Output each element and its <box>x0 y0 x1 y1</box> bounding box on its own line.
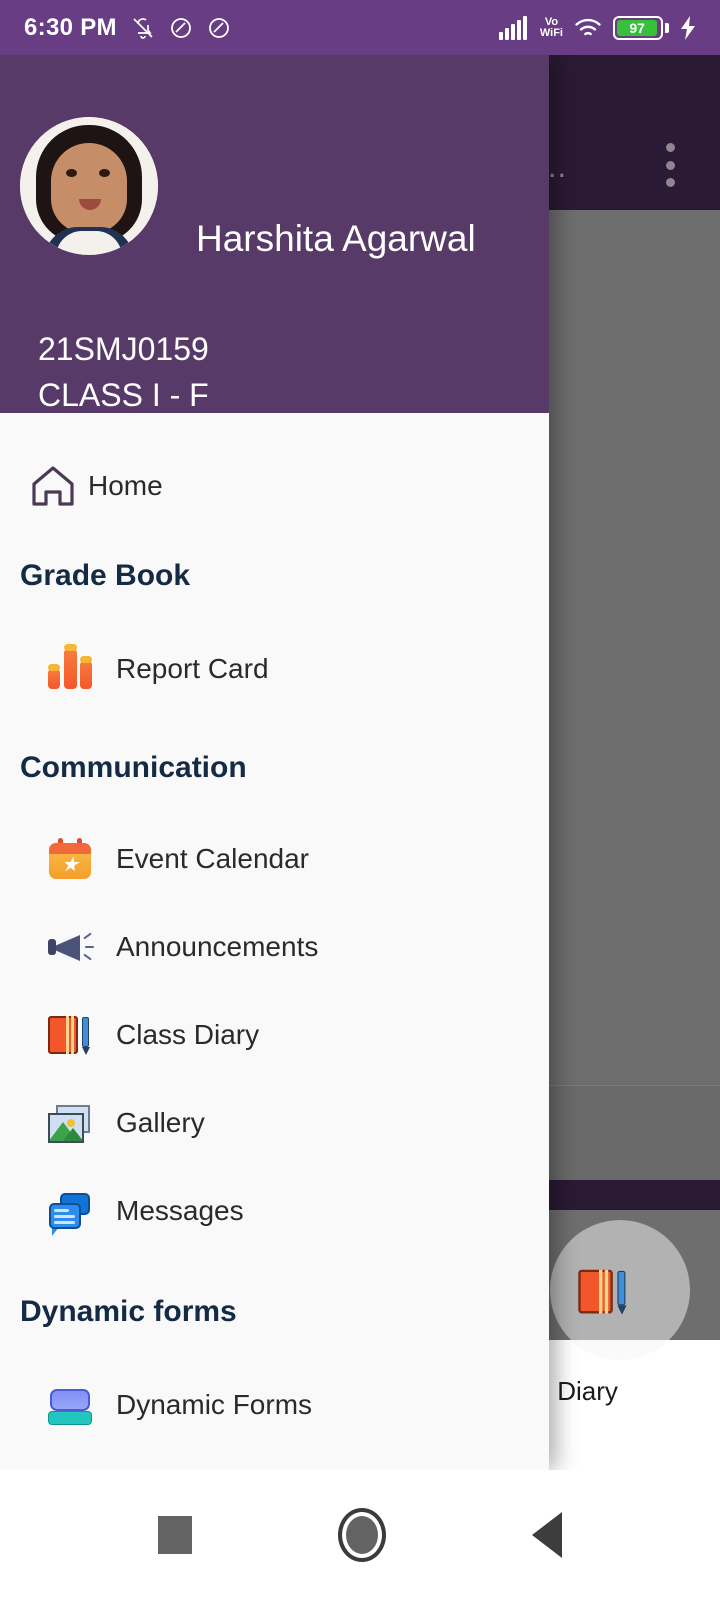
section-title-grade-book: Grade Book <box>20 559 191 592</box>
class-diary-icon <box>550 1220 690 1360</box>
calendar-icon: ★ <box>36 835 104 883</box>
system-navigation-bar <box>0 1470 720 1600</box>
drawer-header: Harshita Agarwal 21SMJ0159 CLASS I - F <box>0 55 549 413</box>
gallery-icon <box>36 1099 104 1147</box>
battery-indicator: 97 <box>613 15 669 40</box>
volte-wifi-label: Vo WiFi <box>539 15 563 39</box>
sidebar-item-class-diary[interactable]: Class Diary <box>0 991 549 1079</box>
status-bar-left: 6:30 PM <box>24 14 231 42</box>
cellular-signal-icon <box>498 15 527 40</box>
section-title-communication: Communication <box>20 751 247 784</box>
sidebar-item-messages[interactable]: Messages <box>0 1167 549 1255</box>
overflow-menu-icon[interactable] <box>665 143 675 187</box>
recent-apps-button[interactable] <box>158 1516 192 1554</box>
battery-level: 97 <box>617 19 658 36</box>
megaphone-icon <box>36 923 104 971</box>
status-bar: 6:30 PM Vo WiFi 97 <box>0 0 720 55</box>
student-name: Harshita Agarwal <box>196 218 476 259</box>
background-tile-class-diary[interactable]: ss Diary <box>520 1220 720 1407</box>
navigation-drawer: Harshita Agarwal 21SMJ0159 CLASS I - F H… <box>0 55 549 1470</box>
sidebar-item-label: Report Card <box>116 653 269 684</box>
form-keyboard-icon <box>36 1381 104 1429</box>
sidebar-item-label: Gallery <box>116 1107 205 1138</box>
student-id: 21SMJ0159 <box>38 331 209 367</box>
bar-chart-icon <box>36 644 104 693</box>
diary-icon <box>36 1011 104 1059</box>
sidebar-item-label: Dynamic Forms <box>116 1389 313 1420</box>
sidebar-item-label: Messages <box>116 1195 244 1226</box>
do-not-disturb-icon <box>170 17 191 38</box>
background-bottom-strip <box>540 1180 720 1210</box>
volte-line2: WiFi <box>539 26 563 39</box>
sidebar-item-report-card[interactable]: Report Card <box>0 625 549 713</box>
sidebar-item-dynamic-forms[interactable]: Dynamic Forms <box>0 1361 549 1449</box>
phone-screen: o... F) Khand ss Diary <box>0 0 720 1600</box>
sidebar-item-label: Home <box>88 470 163 501</box>
bell-off-icon <box>133 17 153 39</box>
do-not-disturb-icon <box>208 17 229 38</box>
wifi-icon <box>575 18 601 35</box>
status-bar-clock: 6:30 PM <box>24 13 117 41</box>
volte-line1: Vo <box>544 15 559 28</box>
sidebar-item-label: Event Calendar <box>116 843 310 874</box>
sidebar-item-gallery[interactable]: Gallery <box>0 1079 549 1167</box>
sidebar-item-label: Announcements <box>116 931 319 962</box>
drawer-menu: Home Grade Book Report Card Communicatio… <box>0 413 549 1470</box>
background-tile-label: ss Diary <box>524 1376 618 1406</box>
home-icon <box>20 460 86 512</box>
home-button[interactable] <box>338 1508 386 1562</box>
status-bar-right: Vo WiFi 97 <box>498 15 696 40</box>
sidebar-item-event-calendar[interactable]: ★ Event Calendar <box>0 815 549 903</box>
sidebar-item-label: Class Diary <box>116 1019 260 1050</box>
sidebar-item-announcements[interactable]: Announcements <box>0 903 549 991</box>
charging-bolt-icon <box>681 15 695 40</box>
section-title-dynamic-forms: Dynamic forms <box>20 1295 237 1328</box>
student-class: CLASS I - F <box>38 377 209 413</box>
sidebar-item-home[interactable]: Home <box>0 449 549 523</box>
back-button[interactable] <box>532 1512 562 1558</box>
avatar[interactable] <box>20 117 158 255</box>
messages-icon <box>36 1187 104 1236</box>
